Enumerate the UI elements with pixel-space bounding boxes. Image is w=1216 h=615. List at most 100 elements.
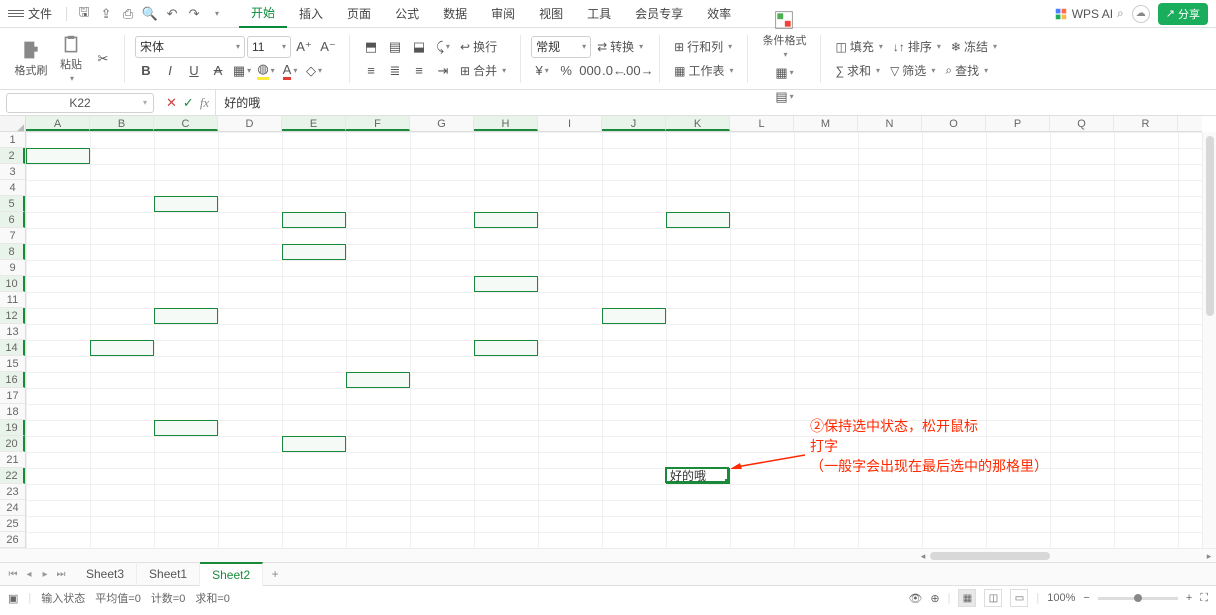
scroll-right-icon[interactable]: ▸: [1202, 549, 1216, 562]
highlight-icon[interactable]: ◇: [303, 60, 325, 82]
row-header[interactable]: 17: [0, 388, 25, 404]
row-header[interactable]: 5: [0, 196, 25, 212]
col-header[interactable]: A: [26, 116, 90, 131]
name-box[interactable]: K22: [6, 93, 154, 113]
hamburger-icon[interactable]: [8, 6, 24, 22]
orientation-icon[interactable]: ⤹: [432, 36, 454, 58]
cond-format-button[interactable]: 条件格式: [758, 10, 810, 60]
col-header[interactable]: J: [602, 116, 666, 131]
col-header[interactable]: K: [666, 116, 730, 131]
row-header[interactable]: 25: [0, 516, 25, 532]
align-right-icon[interactable]: ≡: [408, 60, 430, 82]
row-header[interactable]: 21: [0, 452, 25, 468]
sheet-tab[interactable]: Sheet2: [200, 562, 263, 586]
sheet-tab[interactable]: Sheet3: [74, 562, 137, 586]
scroll-left-icon[interactable]: ◂: [916, 549, 930, 562]
percent-icon[interactable]: %: [555, 60, 577, 82]
row-header[interactable]: 10: [0, 276, 25, 292]
col-header[interactable]: P: [986, 116, 1050, 131]
preview-icon[interactable]: 🔍: [142, 6, 158, 22]
vertical-scrollbar[interactable]: [1202, 132, 1216, 548]
record-icon[interactable]: ▣: [8, 592, 18, 605]
export-icon[interactable]: ⇪: [98, 6, 114, 22]
scroll-thumb[interactable]: [1206, 136, 1214, 316]
confirm-icon[interactable]: ✓: [183, 95, 194, 111]
add-sheet-button[interactable]: +: [263, 567, 287, 581]
row-header[interactable]: 13: [0, 324, 25, 340]
row-header[interactable]: 9: [0, 260, 25, 276]
worksheet-button[interactable]: ▦ 工作表: [670, 60, 737, 82]
zoom-slider[interactable]: [1098, 597, 1178, 600]
convert-button[interactable]: ⇄ 转换: [593, 36, 647, 58]
col-header[interactable]: R: [1114, 116, 1178, 131]
redo-icon[interactable]: ↷: [186, 6, 202, 22]
horizontal-scrollbar[interactable]: ◂ ▸: [0, 548, 1216, 562]
col-header[interactable]: Q: [1050, 116, 1114, 131]
sort-button[interactable]: ↓↑ 排序: [889, 36, 945, 58]
tab-效率[interactable]: 效率: [695, 0, 743, 28]
col-header[interactable]: O: [922, 116, 986, 131]
col-header[interactable]: D: [218, 116, 282, 131]
row-header[interactable]: 7: [0, 228, 25, 244]
row-header[interactable]: 4: [0, 180, 25, 196]
font-size-select[interactable]: 11▾: [247, 36, 291, 58]
filter-button[interactable]: ▽ 筛选: [886, 60, 939, 82]
target-icon[interactable]: ⊕: [930, 592, 939, 605]
indent-icon[interactable]: ⇥: [432, 60, 454, 82]
fx-icon[interactable]: fx: [200, 95, 209, 111]
col-header[interactable]: G: [410, 116, 474, 131]
prev-sheet-icon[interactable]: ◂: [22, 569, 36, 580]
zoom-label[interactable]: 100%: [1047, 592, 1075, 604]
row-header[interactable]: 18: [0, 404, 25, 420]
italic-icon[interactable]: I: [159, 60, 181, 82]
comma-icon[interactable]: 000: [579, 60, 601, 82]
wps-ai-button[interactable]: WPS AI ⌕: [1054, 6, 1124, 21]
row-header[interactable]: 3: [0, 164, 25, 180]
normal-view-icon[interactable]: ▦: [958, 589, 976, 607]
cell-grid[interactable]: 好的哦: [26, 132, 1202, 548]
col-header[interactable]: E: [282, 116, 346, 131]
row-header[interactable]: 26: [0, 532, 25, 548]
zoom-out-icon[interactable]: −: [1083, 592, 1089, 604]
freeze-button[interactable]: ❄ 冻结: [947, 36, 1001, 58]
tab-开始[interactable]: 开始: [239, 0, 287, 28]
row-header[interactable]: 11: [0, 292, 25, 308]
align-left-icon[interactable]: ≡: [360, 60, 382, 82]
fullscreen-icon[interactable]: ⛶: [1200, 592, 1208, 605]
sum-button[interactable]: ∑ 求和: [831, 60, 884, 82]
col-header[interactable]: N: [858, 116, 922, 131]
search-icon[interactable]: ⌕: [1117, 6, 1124, 21]
row-header[interactable]: 12: [0, 308, 25, 324]
formula-input[interactable]: 好的哦: [215, 90, 1216, 115]
scroll-thumb[interactable]: [930, 552, 1050, 560]
row-header[interactable]: 15: [0, 356, 25, 372]
cut-icon[interactable]: ✂: [92, 48, 114, 70]
fill-button[interactable]: ◫ 填充: [831, 36, 886, 58]
align-bottom-icon[interactable]: ⬓: [408, 36, 430, 58]
file-menu[interactable]: 文件: [28, 5, 52, 22]
col-header[interactable]: B: [90, 116, 154, 131]
select-all-corner[interactable]: [0, 116, 26, 132]
tab-插入[interactable]: 插入: [287, 0, 335, 28]
tab-公式[interactable]: 公式: [383, 0, 431, 28]
eye-icon[interactable]: 👁: [908, 592, 922, 605]
row-header[interactable]: 2: [0, 148, 25, 164]
row-header[interactable]: 22: [0, 468, 25, 484]
number-format-select[interactable]: 常规▾: [531, 36, 591, 58]
tab-审阅[interactable]: 审阅: [479, 0, 527, 28]
col-header[interactable]: H: [474, 116, 538, 131]
find-button[interactable]: ⌕ 查找: [941, 60, 992, 82]
sheet-tab[interactable]: Sheet1: [137, 562, 200, 586]
next-sheet-icon[interactable]: ▸: [38, 569, 52, 580]
last-sheet-icon[interactable]: ⏭: [54, 569, 68, 580]
col-header[interactable]: F: [346, 116, 410, 131]
reading-view-icon[interactable]: ▭: [1010, 589, 1028, 607]
merge-button[interactable]: ⊞ 合并: [456, 60, 510, 82]
border-icon[interactable]: ▦: [231, 60, 253, 82]
wrap-text-button[interactable]: ↩ 换行: [456, 36, 501, 58]
row-header[interactable]: 23: [0, 484, 25, 500]
col-header[interactable]: I: [538, 116, 602, 131]
increase-decimal-icon[interactable]: .00→: [627, 60, 649, 82]
cell-style-icon[interactable]: ▦: [773, 62, 795, 84]
fill-color-icon[interactable]: ◍: [255, 60, 277, 82]
